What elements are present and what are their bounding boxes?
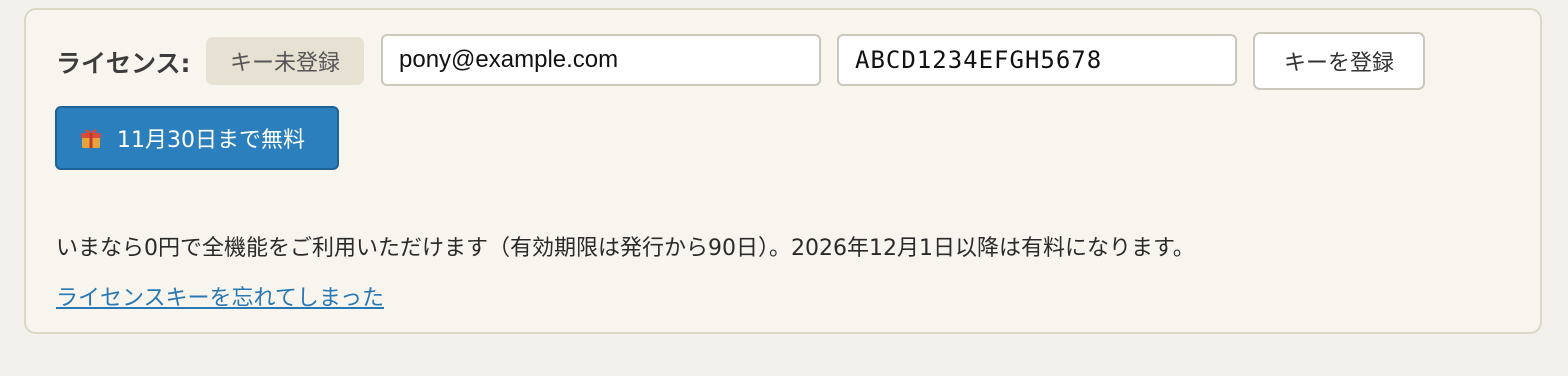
- status-badge: キー未登録: [206, 37, 364, 85]
- pricing-info-text: いまなら0円で全機能をご利用いただけます（有効期限は発行から90日）。2026年…: [56, 236, 1195, 261]
- free-until-button-label: 11月30日まで無料: [117, 128, 305, 153]
- register-key-button-label: キーを登録: [1283, 51, 1394, 76]
- email-field[interactable]: [381, 34, 821, 86]
- free-until-button[interactable]: 11月30日まで無料: [55, 106, 339, 170]
- gift-icon: [79, 126, 103, 150]
- license-label: ライセンス:: [56, 49, 191, 78]
- license-key-field[interactable]: [837, 34, 1237, 86]
- forgot-license-key-link[interactable]: ライセンスキーを忘れてしまった: [56, 280, 384, 312]
- register-key-button[interactable]: キーを登録: [1253, 32, 1425, 90]
- license-panel: ライセンス: キー未登録 キーを登録 11月30日まで無料 いまなら0円で全機能…: [24, 8, 1542, 334]
